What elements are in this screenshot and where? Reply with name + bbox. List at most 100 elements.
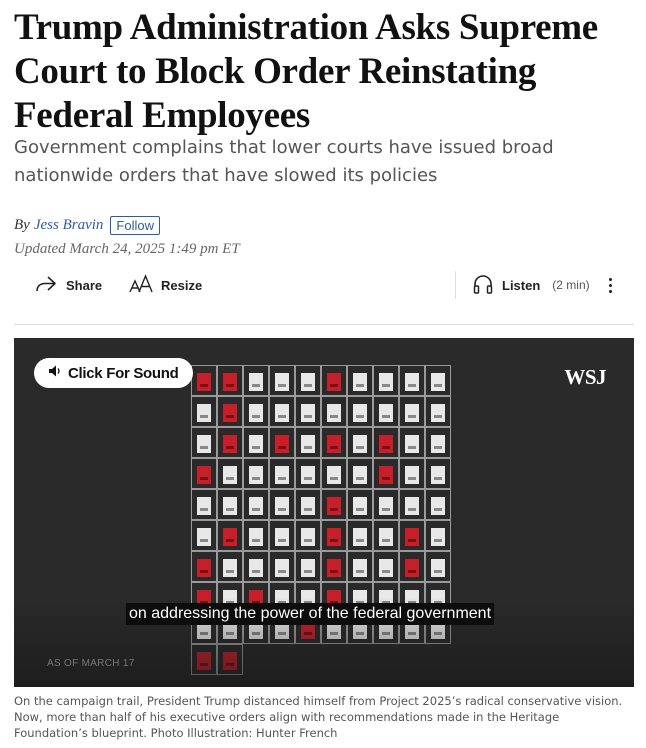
share-label: Share <box>66 277 103 293</box>
order-tile <box>373 520 399 551</box>
listen-button[interactable]: Listen (2 min) <box>472 268 590 302</box>
updated-timestamp: Updated March 24, 2025 1:49 pm ET <box>14 241 240 257</box>
order-tile <box>347 520 373 551</box>
order-tile <box>269 458 295 489</box>
aligned-order-tile <box>191 365 217 396</box>
order-tile <box>269 489 295 520</box>
speaker-icon <box>48 364 62 382</box>
toolbar-divider <box>455 271 456 299</box>
order-tile <box>295 520 321 551</box>
aligned-order-tile <box>217 644 243 675</box>
order-tile <box>191 427 217 458</box>
order-tile <box>347 551 373 582</box>
order-tile <box>243 458 269 489</box>
share-arrow-icon <box>34 274 58 297</box>
order-tile <box>295 365 321 396</box>
aligned-order-tile <box>399 551 425 582</box>
follow-button[interactable]: Follow <box>110 216 160 235</box>
video-subtitle: on addressing the power of the federal g… <box>126 603 495 625</box>
resize-label: Resize <box>161 277 203 293</box>
headline: Trump Administration Asks Supreme Court … <box>14 7 598 136</box>
order-tile <box>373 365 399 396</box>
order-tile <box>217 458 243 489</box>
order-tile <box>243 427 269 458</box>
order-tile <box>269 396 295 427</box>
sound-button-label: Click For Sound <box>68 364 179 382</box>
aligned-order-tile <box>373 458 399 489</box>
order-tile <box>295 396 321 427</box>
order-tile <box>191 520 217 551</box>
order-tile <box>373 396 399 427</box>
click-for-sound-button[interactable]: Click For Sound <box>34 358 193 388</box>
order-tile <box>347 458 373 489</box>
article-dek: Government complains that lower courts h… <box>14 137 554 186</box>
order-tile <box>425 427 451 458</box>
order-tile <box>425 520 451 551</box>
aligned-order-tile <box>321 427 347 458</box>
order-tile <box>243 551 269 582</box>
order-tile <box>295 551 321 582</box>
byline-prefix: By <box>14 217 30 233</box>
order-tile <box>295 458 321 489</box>
order-tile <box>425 551 451 582</box>
order-tile <box>243 489 269 520</box>
order-tile <box>243 365 269 396</box>
video-player[interactable]: Click For Sound WSJ on addressing the po… <box>14 338 634 687</box>
aligned-order-tile <box>191 551 217 582</box>
order-tile <box>243 520 269 551</box>
order-tile <box>217 489 243 520</box>
order-tile <box>373 489 399 520</box>
resize-button[interactable]: Resize <box>129 268 202 302</box>
order-tile <box>347 396 373 427</box>
aligned-order-tile <box>217 365 243 396</box>
aligned-order-tile <box>373 427 399 458</box>
order-tile <box>425 365 451 396</box>
order-tile <box>243 396 269 427</box>
order-tile <box>295 489 321 520</box>
aligned-order-tile <box>399 520 425 551</box>
order-tile <box>347 489 373 520</box>
aligned-order-tile <box>191 644 217 675</box>
order-tile <box>217 551 243 582</box>
order-tile <box>399 427 425 458</box>
order-tile <box>399 396 425 427</box>
aligned-order-tile <box>217 520 243 551</box>
order-tile <box>295 427 321 458</box>
byline: By Jess Bravin Follow <box>14 216 160 235</box>
order-tile <box>269 551 295 582</box>
order-tile <box>399 458 425 489</box>
order-tile <box>373 551 399 582</box>
order-tile <box>269 520 295 551</box>
aligned-order-tile <box>321 520 347 551</box>
order-tile <box>321 458 347 489</box>
author-link[interactable]: Jess Bravin <box>34 217 104 234</box>
aligned-order-tile <box>321 489 347 520</box>
photo-caption: On the campaign trail, President Trump d… <box>14 694 623 740</box>
order-tile <box>425 489 451 520</box>
order-tile <box>347 365 373 396</box>
order-tile <box>347 427 373 458</box>
aligned-order-tile <box>321 551 347 582</box>
order-tile <box>269 365 295 396</box>
order-tile <box>425 458 451 489</box>
order-tile <box>321 396 347 427</box>
aligned-order-tile <box>321 365 347 396</box>
order-tile <box>399 489 425 520</box>
headphones-icon <box>472 273 494 298</box>
order-tile <box>191 489 217 520</box>
vertical-ellipsis-icon[interactable] <box>602 271 618 299</box>
article-toolbar: Share Resize Listen (2 min) <box>14 268 634 302</box>
listen-duration: (2 min) <box>552 278 590 292</box>
listen-label: Listen <box>502 277 541 293</box>
text-size-icon <box>129 273 153 297</box>
aligned-order-tile <box>217 427 243 458</box>
aligned-order-tile <box>217 396 243 427</box>
order-tile <box>191 396 217 427</box>
wsj-logo: WSJ <box>564 365 606 389</box>
aligned-order-tile <box>191 458 217 489</box>
as-of-label: AS OF MARCH 17 <box>47 658 135 669</box>
order-tile <box>425 396 451 427</box>
section-divider <box>14 324 634 325</box>
share-button[interactable]: Share <box>34 268 102 302</box>
order-tile <box>399 365 425 396</box>
